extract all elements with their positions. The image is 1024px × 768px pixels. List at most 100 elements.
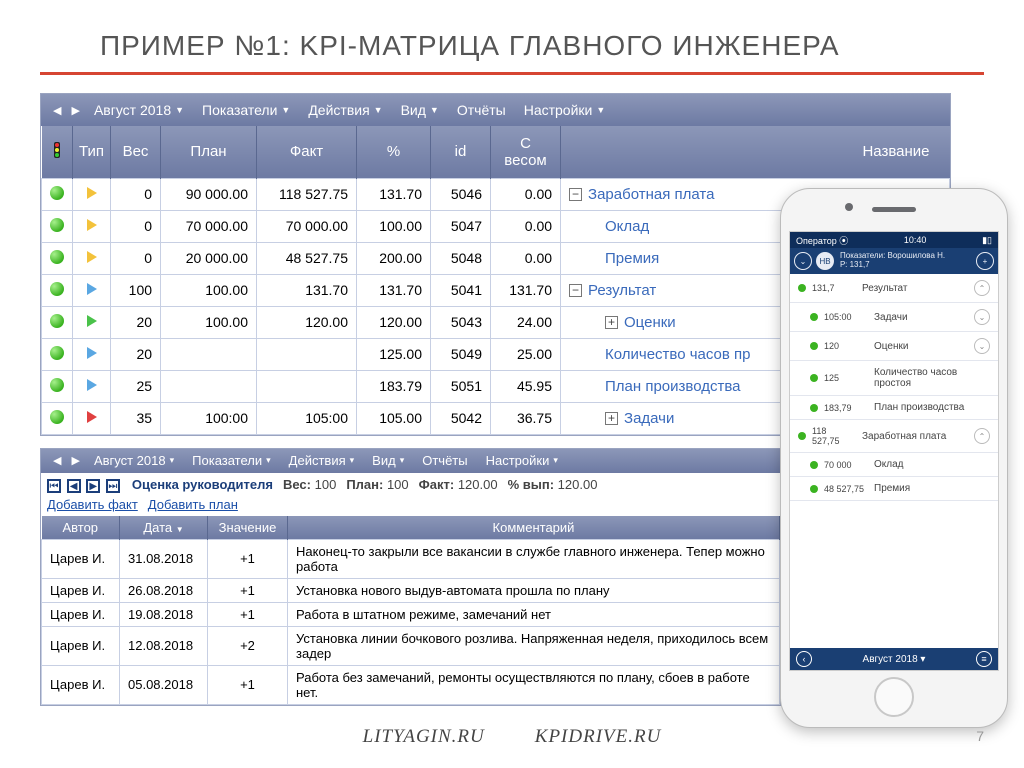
mobile-kpi-row[interactable]: 105:00Задачи⌄: [790, 303, 998, 332]
type-cell: [73, 338, 111, 370]
next-month-icon[interactable]: ▶: [67, 454, 83, 467]
mobile-label: Результат: [862, 283, 968, 294]
expand-toggle-icon[interactable]: +: [605, 412, 618, 425]
col-author[interactable]: Автор: [42, 516, 120, 540]
nav-prev-icon[interactable]: ◀: [67, 479, 81, 493]
status-dot-icon: [50, 282, 64, 296]
menu-actions[interactable]: Действия▼: [300, 98, 390, 122]
chevron-down-icon[interactable]: ⌄: [974, 338, 990, 354]
col-name[interactable]: Название: [561, 126, 950, 178]
weight-kv: Вес: 100: [283, 477, 336, 492]
plan-cell: [161, 338, 257, 370]
id-cell: 5047: [431, 210, 491, 242]
status-cell: [42, 306, 73, 338]
avatar[interactable]: НВ: [816, 252, 834, 270]
nav-last-icon[interactable]: ⏭: [106, 479, 120, 493]
col-date[interactable]: Дата ▼: [120, 516, 208, 540]
mobile-kpi-row[interactable]: 120Оценки⌄: [790, 332, 998, 361]
pct-cell: 120.00: [357, 306, 431, 338]
weighted-cell: 45.95: [491, 370, 561, 402]
comment-cell: Установка нового выдув-автомата прошла п…: [288, 578, 780, 602]
prev-month-icon[interactable]: ◀: [49, 454, 65, 467]
footer-right-button[interactable]: ≡: [976, 651, 992, 667]
expand-toggle-icon[interactable]: −: [569, 188, 582, 201]
status-dot-icon: [810, 342, 818, 350]
menu-reports[interactable]: Отчёты: [449, 98, 514, 122]
menu-view[interactable]: Вид▾: [364, 449, 412, 472]
home-button[interactable]: [874, 677, 914, 717]
mobile-value: 118 527,75: [812, 426, 856, 446]
month-picker[interactable]: Август 2018▼: [86, 98, 192, 122]
app-header: ⌄ НВ Показатели: Ворошилова Н.Р: 131,7 +: [790, 248, 998, 274]
expand-toggle-icon[interactable]: −: [569, 284, 582, 297]
status-dot-icon: [810, 485, 818, 493]
plan-cell: 90 000.00: [161, 178, 257, 210]
comment-row[interactable]: Царев И.12.08.2018+2Установка линии бочк…: [42, 626, 780, 665]
fact-kv: Факт: 120.00: [419, 477, 498, 492]
status-dot-icon: [50, 186, 64, 200]
mobile-kpi-row[interactable]: 131,7Результат⌃: [790, 274, 998, 303]
col-id[interactable]: id: [431, 126, 491, 178]
date-cell: 12.08.2018: [120, 626, 208, 665]
mobile-kpi-row[interactable]: 70 000Оклад: [790, 453, 998, 477]
phone-speaker-icon: [872, 207, 916, 212]
next-month-icon[interactable]: ▶: [67, 104, 83, 117]
col-status[interactable]: [42, 126, 73, 178]
add-plan-link[interactable]: Добавить план: [148, 497, 238, 512]
plan-cell: 100.00: [161, 306, 257, 338]
menu-settings[interactable]: Настройки▼: [516, 98, 614, 122]
col-pct[interactable]: %: [357, 126, 431, 178]
value-cell: +1: [208, 602, 288, 626]
comment-row[interactable]: Царев И.31.08.2018+1Наконец-то закрыли в…: [42, 539, 780, 578]
mobile-kpi-row[interactable]: 183,79План производства: [790, 396, 998, 420]
chevron-up-icon[interactable]: ⌃: [974, 280, 990, 296]
comment-row[interactable]: Царев И.26.08.2018+1Установка нового выд…: [42, 578, 780, 602]
col-weighted[interactable]: С весом: [491, 126, 561, 178]
back-button[interactable]: ⌄: [794, 252, 812, 270]
status-dot-icon: [810, 374, 818, 382]
add-fact-link[interactable]: Добавить факт: [47, 497, 138, 512]
col-comment[interactable]: Комментарий: [288, 516, 780, 540]
mobile-value: 48 527,75: [824, 484, 868, 494]
comments-header-row: Автор Дата ▼ Значение Комментарий: [42, 516, 780, 540]
menu-indicators[interactable]: Показатели▾: [184, 449, 279, 472]
pct-cell: 100.00: [357, 210, 431, 242]
prev-month-icon[interactable]: ◀: [49, 104, 65, 117]
type-triangle-icon: [87, 219, 97, 231]
col-plan[interactable]: План: [161, 126, 257, 178]
comment-row[interactable]: Царев И.05.08.2018+1Работа без замечаний…: [42, 665, 780, 704]
comment-row[interactable]: Царев И.19.08.2018+1Работа в штатном реж…: [42, 602, 780, 626]
nav-first-icon[interactable]: ⏮: [47, 479, 61, 493]
menu-reports[interactable]: Отчёты: [414, 449, 475, 472]
menu-view[interactable]: Вид▼: [393, 98, 447, 122]
mobile-kpi-row[interactable]: 125Количество часов простоя: [790, 361, 998, 396]
status-cell: [42, 210, 73, 242]
footer-month[interactable]: Август 2018 ▾: [863, 654, 926, 665]
nav-next-icon[interactable]: ▶: [86, 479, 100, 493]
type-triangle-icon: [87, 187, 97, 199]
menu-indicators[interactable]: Показатели▼: [194, 98, 298, 122]
col-value[interactable]: Значение: [208, 516, 288, 540]
weighted-cell: 0.00: [491, 210, 561, 242]
mobile-kpi-row[interactable]: 118 527,75Заработная плата⌃: [790, 420, 998, 453]
chevron-up-icon[interactable]: ⌃: [974, 428, 990, 444]
mobile-value: 183,79: [824, 403, 868, 413]
col-weight[interactable]: Вес: [111, 126, 161, 178]
month-picker[interactable]: Август 2018▾: [86, 449, 182, 472]
mobile-label: Оценки: [874, 341, 968, 352]
pct-cell: 131.70: [357, 178, 431, 210]
type-cell: [73, 370, 111, 402]
col-type[interactable]: Тип: [73, 126, 111, 178]
author-cell: Царев И.: [42, 578, 120, 602]
expand-toggle-icon[interactable]: +: [605, 316, 618, 329]
menubar-top: ◀ ▶ Август 2018▼ Показатели▼ Действия▼ В…: [41, 94, 950, 126]
mobile-value: 105:00: [824, 312, 868, 322]
menubar-comments: ◀ ▶ Август 2018▾ Показатели▾ Действия▾ В…: [41, 449, 780, 473]
menu-actions[interactable]: Действия▾: [281, 449, 363, 472]
add-button[interactable]: +: [976, 252, 994, 270]
mobile-kpi-row[interactable]: 48 527,75Премия: [790, 477, 998, 501]
footer-left-button[interactable]: ‹: [796, 651, 812, 667]
col-fact[interactable]: Факт: [257, 126, 357, 178]
menu-settings[interactable]: Настройки▾: [478, 449, 566, 472]
chevron-down-icon[interactable]: ⌄: [974, 309, 990, 325]
